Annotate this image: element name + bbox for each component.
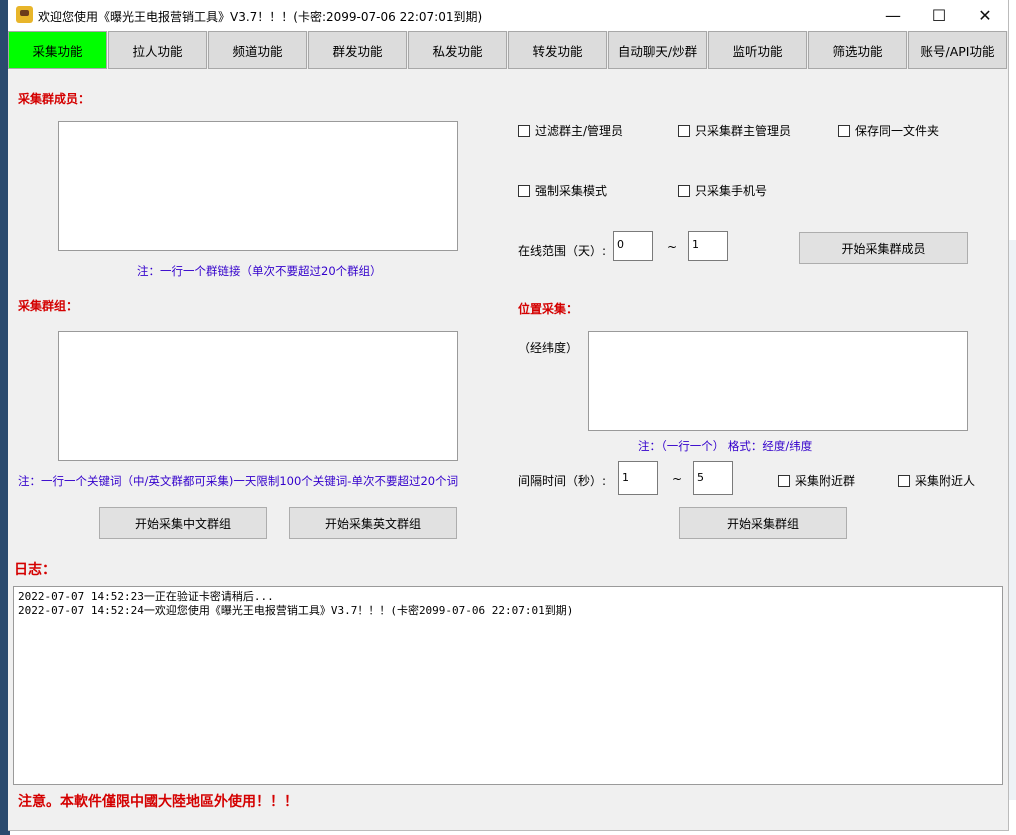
coordinates-label: （经纬度）: [518, 341, 579, 355]
app-icon: [16, 6, 33, 23]
coordinates-note: 注：（一行一个） 格式：经度/纬度: [638, 439, 813, 453]
nearby-groups-checkbox[interactable]: 采集附近群: [778, 472, 855, 489]
same-folder-checkbox[interactable]: 保存同一文件夹: [838, 122, 939, 139]
checkbox-icon: [838, 124, 850, 137]
group-links-textarea[interactable]: [58, 121, 458, 251]
location-collect-label: 位置采集：: [518, 302, 579, 316]
collect-groups-label: 采集群组：: [18, 299, 79, 313]
footer-warning: 注意。本軟件僅限中國大陸地區外使用！！！: [18, 794, 298, 810]
start-collect-groups-button[interactable]: 开始采集群组: [679, 507, 847, 539]
checkbox-icon: [678, 184, 690, 197]
app-window: 欢迎您使用《曝光王电报营销工具》V3.7！！！(卡密:2099-07-06 22…: [8, 0, 1009, 831]
tab-auto-chat[interactable]: 自动聊天/炒群: [608, 31, 707, 69]
minimize-button[interactable]: —: [870, 0, 916, 31]
nearby-people-checkbox[interactable]: 采集附近人: [898, 472, 975, 489]
log-line: 2022-07-07 14:52:24一欢迎您使用《曝光王电报营销工具》V3.7…: [18, 604, 574, 617]
checkbox-icon: [778, 474, 790, 487]
interval-separator: ~: [672, 472, 683, 486]
collect-members-label: 采集群成员：: [18, 92, 91, 106]
checkbox-icon: [898, 474, 910, 487]
checkbox-icon: [678, 124, 690, 137]
interval-to-input[interactable]: 5: [693, 461, 733, 495]
tab-filter[interactable]: 筛选功能: [808, 31, 907, 69]
checkbox-icon: [518, 124, 530, 137]
keywords-note: 注：一行一个关键词（中/英文群都可采集)一天限制100个关键词-单次不要超过20…: [18, 474, 459, 488]
collect-chinese-groups-button[interactable]: 开始采集中文群组: [99, 507, 267, 539]
online-range-separator: ~: [667, 240, 678, 254]
log-textarea[interactable]: 2022-07-07 14:52:23一正在验证卡密请稍后... 2022-07…: [13, 586, 1003, 785]
tab-monitor[interactable]: 监听功能: [708, 31, 807, 69]
group-links-note: 注：一行一个群链接（单次不要超过20个群组）: [137, 264, 382, 278]
interval-from-input[interactable]: 1: [618, 461, 658, 495]
online-range-from-input[interactable]: 0: [613, 231, 653, 261]
log-label: 日志：: [14, 562, 56, 578]
checkbox-icon: [518, 184, 530, 197]
title-bar: 欢迎您使用《曝光王电报营销工具》V3.7！！！(卡密:2099-07-06 22…: [8, 0, 1008, 31]
keywords-textarea[interactable]: [58, 331, 458, 461]
maximize-button[interactable]: ☐: [916, 0, 962, 31]
collect-english-groups-button[interactable]: 开始采集英文群组: [289, 507, 457, 539]
close-button[interactable]: ✕: [962, 0, 1008, 31]
only-admins-checkbox[interactable]: 只采集群主管理员: [678, 122, 791, 139]
tab-forward[interactable]: 转发功能: [508, 31, 607, 69]
log-line: 2022-07-07 14:52:23一正在验证卡密请稍后...: [18, 590, 274, 603]
online-range-to-input[interactable]: 1: [688, 231, 728, 261]
start-collect-members-button[interactable]: 开始采集群成员: [799, 232, 968, 264]
tab-collect[interactable]: 采集功能: [8, 31, 107, 69]
only-phone-checkbox[interactable]: 只采集手机号: [678, 182, 767, 199]
tab-channel[interactable]: 频道功能: [208, 31, 307, 69]
coordinates-textarea[interactable]: [588, 331, 968, 431]
window-title: 欢迎您使用《曝光王电报营销工具》V3.7！！！(卡密:2099-07-06 22…: [38, 10, 483, 24]
tab-add-members[interactable]: 拉人功能: [108, 31, 207, 69]
force-mode-checkbox[interactable]: 强制采集模式: [518, 182, 607, 199]
tab-group-send[interactable]: 群发功能: [308, 31, 407, 69]
tab-private-send[interactable]: 私发功能: [408, 31, 507, 69]
interval-label: 间隔时间（秒）:: [518, 474, 607, 488]
online-range-label: 在线范围（天）:: [518, 244, 607, 258]
tab-account-api[interactable]: 账号/API功能: [908, 31, 1007, 69]
filter-admins-checkbox[interactable]: 过滤群主/管理员: [518, 122, 623, 139]
tab-bar: 采集功能 拉人功能 频道功能 群发功能 私发功能 转发功能 自动聊天/炒群 监听…: [8, 31, 1008, 71]
